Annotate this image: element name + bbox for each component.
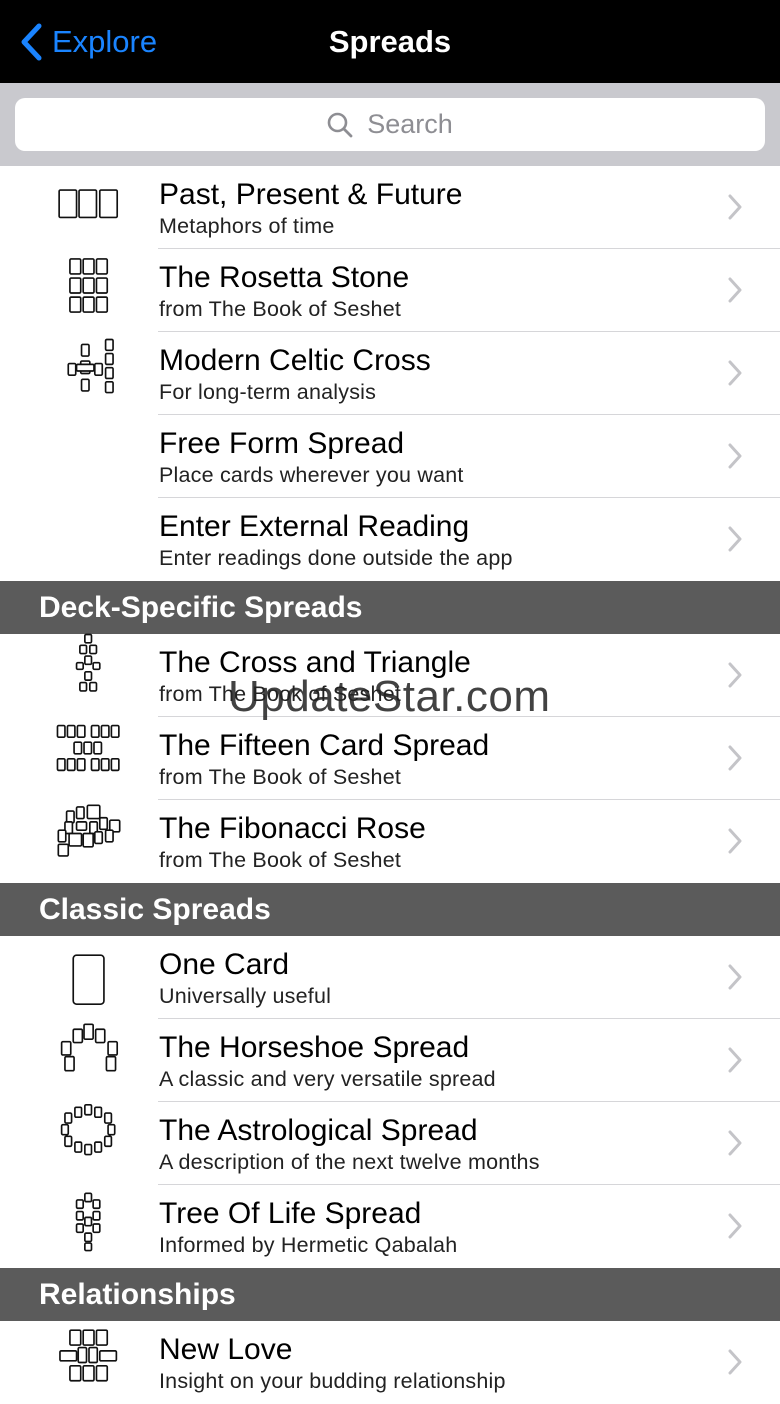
list-item-title: One Card <box>159 948 290 981</box>
rosetta-stone-spread-icon <box>69 258 109 313</box>
back-button[interactable]: Explore <box>20 20 157 64</box>
navigation-bar: Explore Spreads <box>0 0 780 83</box>
chevron-right-icon <box>728 1130 742 1156</box>
list-item[interactable]: Free Form Spread Place cards wherever you… <box>0 415 780 498</box>
chevron-right-icon <box>728 1213 742 1239</box>
section-header: Relationships <box>0 1268 780 1321</box>
list-item-title: The Rosetta Stone <box>159 261 410 294</box>
tree-of-life-spread-icon <box>75 1192 101 1252</box>
list-item[interactable]: Past, Present & Future Metaphors of time <box>0 166 780 249</box>
chevron-left-icon <box>21 23 42 61</box>
list-item-title: The Fibonacci Rose <box>159 812 426 845</box>
chevron-right-icon <box>728 194 742 220</box>
celtic-cross-spread-icon <box>67 338 114 394</box>
back-button-label: Explore <box>52 24 158 59</box>
list-item-subtitle: A description of the next twelve months <box>159 1150 540 1174</box>
new-love-spread-icon <box>59 1329 118 1382</box>
list-item-title: Free Form Spread <box>159 427 405 460</box>
chevron-right-icon <box>728 964 742 990</box>
three-card-spread-icon <box>58 189 119 219</box>
list-item-title: The Astrological Spread <box>159 1114 478 1147</box>
list-item[interactable]: Tree Of Life Spread Informed by Hermetic … <box>0 1185 780 1268</box>
list-item-subtitle: from The Book of Seshet <box>159 297 402 321</box>
fifteen-card-spread-icon <box>56 724 120 772</box>
search-icon <box>327 112 353 137</box>
list-item-subtitle: A classic and very versatile spread <box>159 1067 496 1091</box>
list-item[interactable]: New Love Insight on your budding relation… <box>0 1321 780 1404</box>
list-item-title: New Love <box>159 1333 293 1366</box>
list-item-subtitle: Insight on your budding relationship <box>159 1369 506 1393</box>
list-item[interactable]: The Rosetta Stone from The Book of Seshet <box>0 249 780 332</box>
spreads-list: Past, Present & Future Metaphors of time T… <box>0 166 780 1404</box>
one-card-spread-icon <box>72 954 105 1005</box>
astrological-spread-icon <box>60 1103 116 1156</box>
chevron-right-icon <box>728 662 742 688</box>
search-bar: Search <box>0 83 780 166</box>
chevron-right-icon <box>728 1349 742 1375</box>
list-item[interactable]: The Fifteen Card Spread from The Book of … <box>0 717 780 800</box>
horseshoe-spread-icon <box>60 1023 119 1072</box>
list-item-subtitle: Universally useful <box>159 984 332 1008</box>
list-item[interactable]: The Fibonacci Rose from The Book of Seshe… <box>0 800 780 883</box>
section-header: Deck-Specific Spreads <box>0 581 780 634</box>
list-item-title: The Fifteen Card Spread <box>159 729 490 762</box>
list-item[interactable]: Modern Celtic Cross For long-term analysi… <box>0 332 780 415</box>
list-item-subtitle: Informed by Hermetic Qabalah <box>159 1233 458 1257</box>
list-item[interactable]: The Horseshoe Spread A classic and very v… <box>0 1019 780 1102</box>
list-item-title: Enter External Reading <box>159 510 470 543</box>
search-input[interactable]: Search <box>15 98 765 151</box>
list-item-title: The Horseshoe Spread <box>159 1031 470 1064</box>
search-placeholder: Search <box>367 109 453 139</box>
list-item-subtitle: from The Book of Seshet <box>159 682 402 706</box>
list-item-subtitle: from The Book of Seshet <box>159 848 402 872</box>
chevron-right-icon <box>728 277 742 303</box>
list-item-subtitle: Enter readings done outside the app <box>159 546 513 570</box>
list-item[interactable]: The Astrological Spread A description of … <box>0 1102 780 1185</box>
chevron-right-icon <box>728 360 742 386</box>
chevron-right-icon <box>728 526 742 552</box>
chevron-right-icon <box>728 745 742 771</box>
list-item-subtitle: Metaphors of time <box>159 214 335 238</box>
list-item-title: Modern Celtic Cross <box>159 344 431 377</box>
cross-and-triangle-spread-icon <box>75 633 101 692</box>
chevron-right-icon <box>728 443 742 469</box>
list-item[interactable]: One Card Universally useful <box>0 936 780 1019</box>
list-item-subtitle: For long-term analysis <box>159 380 377 404</box>
chevron-right-icon <box>728 1047 742 1073</box>
list-item-title: Tree Of Life Spread <box>159 1197 422 1230</box>
list-item[interactable]: Enter External Reading Enter readings don… <box>0 498 780 581</box>
list-item-subtitle: from The Book of Seshet <box>159 765 402 789</box>
chevron-right-icon <box>728 828 742 854</box>
section-header: Classic Spreads <box>0 883 780 936</box>
list-item-subtitle: Place cards wherever you want <box>159 463 464 487</box>
list-item[interactable]: The Cross and Triangle from The Book of S… <box>0 633 780 717</box>
fibonacci-rose-spread-icon <box>57 804 121 857</box>
list-item-title: The Cross and Triangle <box>159 646 471 679</box>
list-item-title: Past, Present & Future <box>159 178 463 211</box>
